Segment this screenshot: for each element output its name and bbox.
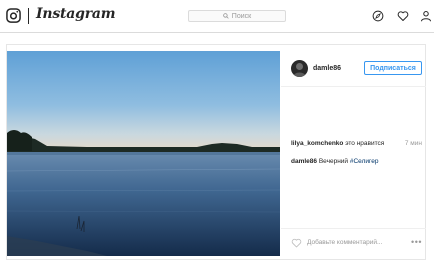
caption-hashtag[interactable]: #Селигер <box>350 158 379 165</box>
likes-text: это нравится <box>345 140 385 147</box>
author-username[interactable]: damle86 <box>313 65 341 72</box>
lake-landscape-photo <box>7 51 280 256</box>
post-caption: damle86 Вечерний #Селигер <box>291 158 378 165</box>
search-icon <box>223 13 229 19</box>
likes-line: lilya_komchenko это нравится <box>291 140 384 147</box>
caption-username[interactable]: damle86 <box>291 158 317 165</box>
top-nav-bar: Instagram Поиск <box>0 0 434 33</box>
heart-icon[interactable] <box>397 10 409 22</box>
avatar-image-icon <box>293 63 306 77</box>
brand-wordmark[interactable]: Instagram <box>36 6 116 22</box>
post-photo[interactable] <box>7 51 280 256</box>
comment-input[interactable]: Добавьте комментарий... <box>307 239 382 246</box>
liker-username[interactable]: lilya_komchenko <box>291 140 343 147</box>
follow-button[interactable]: Подписаться <box>364 61 422 75</box>
like-heart-icon[interactable] <box>291 238 302 248</box>
profile-icon[interactable] <box>420 10 432 22</box>
instagram-logo-icon[interactable] <box>6 8 21 23</box>
search-placeholder: Поиск <box>231 12 252 20</box>
search-input[interactable]: Поиск <box>188 10 286 22</box>
comment-bar: Добавьте комментарий... ••• <box>281 228 426 260</box>
logo-divider <box>28 8 29 24</box>
avatar[interactable] <box>291 60 308 77</box>
explore-compass-icon[interactable] <box>372 10 384 22</box>
post-sidebar: damle86 Подписаться lilya_komchenko это … <box>281 44 426 260</box>
post-time: 7 мин <box>404 140 422 147</box>
post-header: damle86 Подписаться <box>281 44 426 87</box>
more-options-button[interactable]: ••• <box>411 237 422 247</box>
caption-text: Вечерний <box>318 158 349 165</box>
